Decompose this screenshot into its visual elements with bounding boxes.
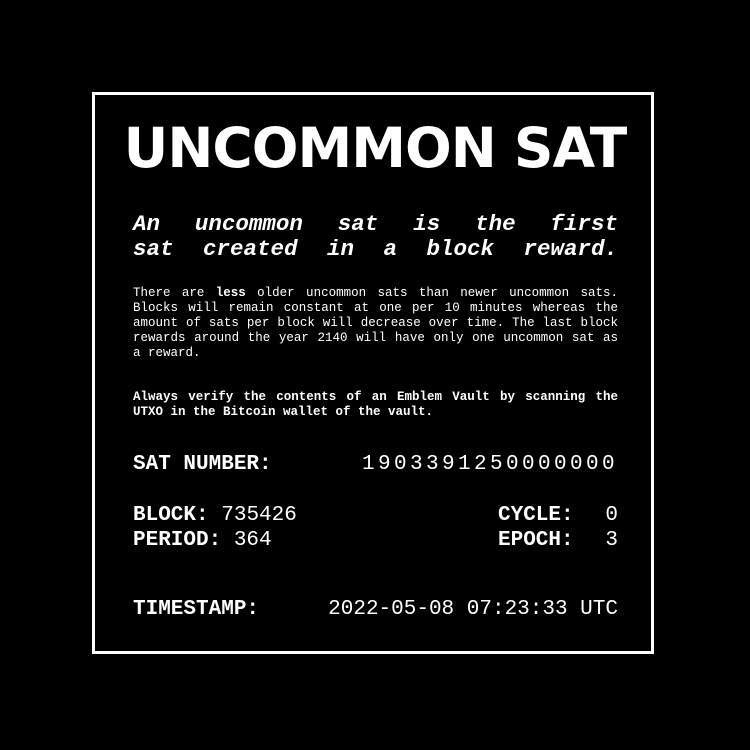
cycle-field: CYCLE: 0 [498, 503, 618, 528]
description-text: There are less older uncommon sats than … [133, 286, 618, 361]
sat-number-value: 1903391250000000 [361, 453, 618, 476]
subtitle-line-2: sat created in a block reward. [133, 236, 618, 262]
sat-number-row: SAT NUMBER: 1903391250000000 [133, 452, 618, 477]
verification-warning: Always verify the contents of an Emblem … [133, 390, 618, 419]
cycle-value: 0 [605, 504, 618, 527]
period-value: 364 [233, 529, 272, 552]
block-label: BLOCK: [133, 504, 209, 527]
timestamp-value: 2022-05-08 07:23:33 UTC [328, 598, 618, 621]
period-epoch-row: PERIOD: 364 EPOCH: 3 [133, 528, 618, 553]
epoch-label: EPOCH: [498, 529, 574, 552]
description-bold: less [215, 286, 246, 300]
timestamp-row: TIMESTAMP: 2022-05-08 07:23:33 UTC [133, 597, 618, 622]
epoch-value: 3 [605, 529, 618, 552]
card-subtitle: An uncommon sat is the first sat created… [133, 212, 618, 262]
period-label: PERIOD: [133, 529, 222, 552]
sat-number-label: SAT NUMBER: [133, 453, 272, 476]
block-field: BLOCK: 735426 [133, 503, 297, 528]
epoch-field: EPOCH: 3 [498, 528, 618, 553]
description-pre: There are [133, 286, 216, 300]
period-field: PERIOD: 364 [133, 528, 272, 553]
cycle-label: CYCLE: [498, 504, 574, 527]
subtitle-line-1: An uncommon sat is the first [133, 211, 618, 237]
timestamp-label: TIMESTAMP: [133, 598, 260, 621]
block-value: 735426 [221, 504, 297, 527]
card-title: UNCOMMON SAT [123, 116, 628, 180]
block-cycle-row: BLOCK: 735426 CYCLE: 0 [133, 503, 618, 528]
